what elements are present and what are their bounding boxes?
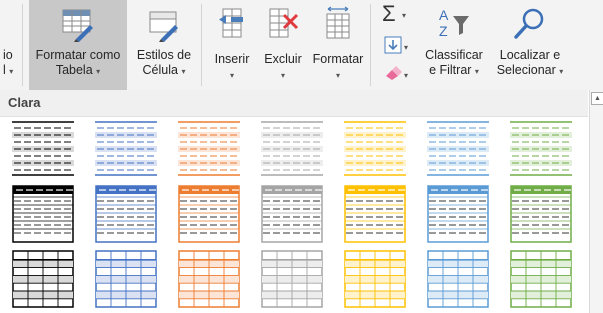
svg-text:A: A [439,7,449,23]
table-style-preview-icon [95,250,157,308]
insert-button[interactable]: Inserir ▾ [207,0,257,90]
table-style-preview-icon [510,121,572,176]
table-style-preview-icon [178,250,240,308]
table-style-light-style-banded[interactable] [95,120,157,178]
table-style-light-style-header[interactable] [95,185,157,243]
table-style-preview-icon [344,121,406,176]
chevron-down-icon: ▾ [96,67,101,76]
insert-cells-icon [219,8,243,38]
table-style-light-style-grid[interactable] [510,250,572,308]
table-style-preview-icon [510,250,572,308]
table-style-preview-icon [261,121,323,176]
chevron-down-icon: ▾ [402,11,407,20]
table-style-light-style-header[interactable] [261,185,323,243]
fill-button[interactable]: ▾ [374,32,416,58]
delete-cells-icon [269,8,299,38]
table-style-light-style-grid[interactable] [178,250,240,308]
delete-label: Excluir [264,52,302,66]
table-style-preview-icon [427,121,489,176]
search-icon [514,8,544,39]
chevron-down-icon: ▾ [559,67,564,76]
table-style-light-style-banded[interactable] [261,120,323,178]
chevron-down-icon: ▾ [280,71,285,80]
partial-label-line2: l [3,63,6,77]
format-as-table-icon [62,9,93,42]
fill-down-icon [384,36,402,54]
gallery-scrollbar[interactable]: ▲ [589,90,603,313]
table-style-preview-icon [178,121,240,176]
autosum-icon: Σ [382,1,396,26]
cell-styles-label-line2: Célula [142,63,178,77]
gallery-section-header: Clara [0,90,588,117]
table-style-light-style-header[interactable] [510,185,572,243]
table-style-light-style-banded[interactable] [510,120,572,178]
table-style-light-style-grid[interactable] [12,250,74,308]
table-style-light-style-header[interactable] [344,185,406,243]
chevron-down-icon: ▾ [474,67,479,76]
chevron-down-icon: ▾ [404,71,409,80]
cell-styles-button[interactable]: Estilos de Célula ▾ [129,0,199,90]
sort-filter-icon: A Z [439,7,469,39]
table-style-preview-icon [95,121,157,176]
format-as-table-button[interactable]: Formatar como Tabela ▾ [29,0,127,90]
find-select-label-line2: Selecionar [496,63,556,77]
table-style-light-style-banded[interactable] [427,120,489,178]
table-style-preview-icon [427,250,489,308]
scroll-up-icon[interactable]: ▲ [591,92,603,105]
autosum-button[interactable]: Σ ▾ [374,0,416,30]
table-style-gallery: Clara ▲ [0,90,603,313]
table-style-light-style-grid[interactable] [95,250,157,308]
format-as-table-label-line2: Tabela [55,63,93,77]
table-style-light-style-grid[interactable] [261,250,323,308]
format-label: Formatar [312,52,364,66]
table-style-preview-icon [261,250,323,308]
cell-styles-icon [149,11,178,42]
ribbon: io l ▾ Formatar como Tabela ▾ Estilos de… [0,0,603,91]
table-style-preview-icon [95,185,157,243]
chevron-down-icon: ▾ [404,43,409,52]
partial-ribbon-button[interactable]: io l ▾ [0,0,22,90]
table-style-light-style-grid[interactable] [427,250,489,308]
table-style-preview-icon [344,250,406,308]
chevron-down-icon: ▾ [181,67,186,76]
table-style-light-style-banded[interactable] [178,120,240,178]
gallery-section-label: Clara [8,95,41,110]
clear-button[interactable]: ▾ [374,60,416,86]
table-style-preview-icon [12,185,74,243]
table-style-preview-icon [12,121,74,176]
table-style-preview-icon [12,250,74,308]
chevron-down-icon: ▾ [335,71,340,80]
find-select-label-line1: Localizar e [499,48,561,62]
table-style-preview-icon [344,185,406,243]
chevron-down-icon: ▾ [229,71,234,80]
table-style-preview-icon [510,185,572,243]
table-style-light-style-banded[interactable] [344,120,406,178]
chevron-down-icon: ▾ [9,67,14,76]
table-style-light-style-header[interactable] [427,185,489,243]
table-style-light-style-grid[interactable] [344,250,406,308]
cell-styles-label-line1: Estilos de [136,48,192,62]
table-style-preview-icon [427,185,489,243]
sort-filter-label-line2: e Filtrar [429,63,472,77]
eraser-icon [386,66,402,80]
svg-text:Z: Z [439,23,448,39]
table-style-light-style-header[interactable] [12,185,74,243]
table-style-light-style-header[interactable] [178,185,240,243]
partial-label-line1: io [3,48,13,62]
format-cells-icon [326,6,350,39]
table-style-preview-icon [261,185,323,243]
table-style-preview-icon [178,185,240,243]
sort-filter-button[interactable]: A Z Classificar e Filtrar ▾ [420,0,488,90]
find-select-button[interactable]: Localizar e Selecionar ▾ [490,0,570,90]
insert-label: Inserir [214,52,250,66]
format-as-table-label-line1: Formatar como [35,48,121,62]
table-style-light-style-banded[interactable] [12,120,74,178]
sort-filter-label-line1: Classificar [425,48,483,62]
format-cells-button[interactable]: Formatar ▾ [308,0,368,90]
delete-button[interactable]: Excluir ▾ [258,0,308,90]
